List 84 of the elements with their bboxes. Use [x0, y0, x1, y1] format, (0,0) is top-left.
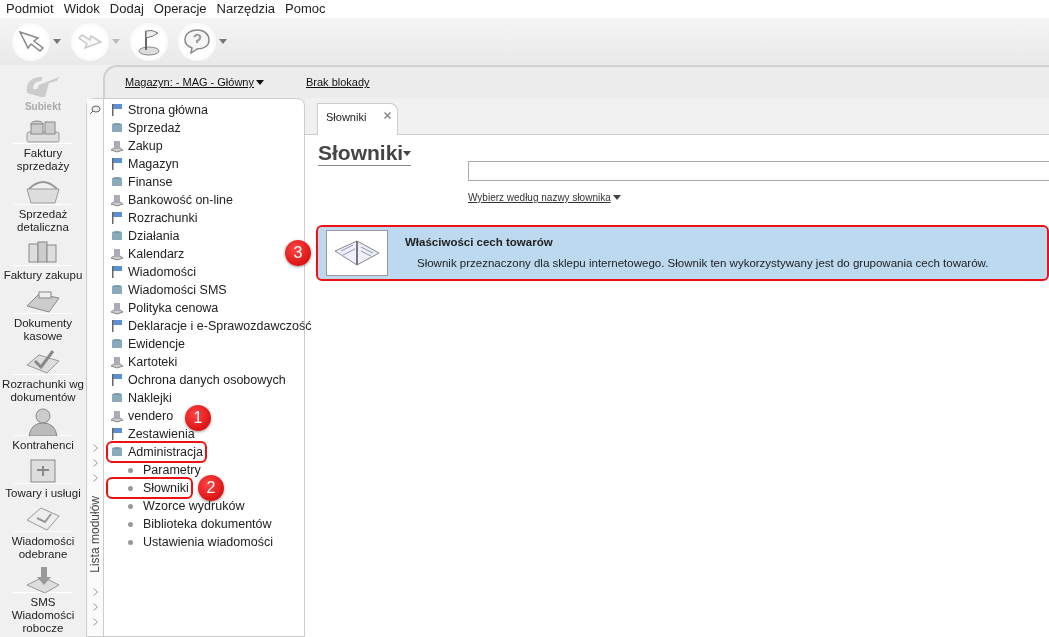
module-icon: [110, 139, 124, 153]
bullet-icon: [128, 467, 133, 473]
module-icon: [110, 391, 124, 405]
bullet-icon: [128, 521, 133, 527]
toolbar-button[interactable]: [130, 22, 168, 61]
module-item[interactable]: Kalendarz: [108, 245, 187, 263]
menu-item[interactable]: Operacje: [153, 0, 213, 18]
bullet-icon: [128, 503, 133, 509]
arrow-icon: [78, 34, 102, 49]
module-item[interactable]: Bankowość on-line: [108, 191, 235, 209]
module-item[interactable]: Sprzedaż: [108, 119, 183, 137]
module-item[interactable]: Zakup: [108, 137, 165, 155]
module-item[interactable]: vendero: [108, 407, 176, 425]
caret-icon: [256, 80, 264, 85]
module-icon: [110, 445, 124, 459]
dictionary-title: Właściwości cech towarów: [405, 234, 554, 250]
module-icon: [110, 247, 124, 261]
module-item[interactable]: Wiadomości SMS: [108, 281, 229, 299]
shortcut-button[interactable]: SMS Wiadomości robocze: [0, 563, 86, 635]
module-icon: [110, 265, 124, 279]
close-icon[interactable]: [384, 112, 392, 119]
menu-item[interactable]: Narzędzia: [216, 0, 282, 18]
menu-item[interactable]: Widok: [63, 0, 106, 18]
module-icon: [110, 103, 124, 117]
module-icon: [110, 211, 124, 225]
shortcut-button[interactable]: Faktury sprzedaży: [0, 114, 86, 173]
panel-title: Lista modułów: [87, 496, 103, 573]
tab[interactable]: Słowniki: [317, 103, 399, 135]
shortcut-button[interactable]: Towary i usługi: [0, 454, 86, 500]
module-icon: [110, 409, 124, 423]
submodule-item[interactable]: Biblioteka dokumentów: [108, 515, 274, 533]
module-icon: [110, 283, 124, 297]
module-item[interactable]: Działania: [108, 227, 182, 245]
module-icon: [110, 175, 124, 189]
toolbar-button[interactable]: [12, 22, 61, 61]
module-item[interactable]: Finanse: [108, 173, 175, 191]
module-icon: [110, 193, 124, 207]
module-item[interactable]: Administracja: [108, 443, 206, 461]
module-icon: [110, 121, 124, 135]
shortcut-button[interactable]: Sprzedaż detaliczna: [0, 175, 86, 234]
flag-icon: [138, 27, 160, 56]
page-title[interactable]: Słowniki: [318, 141, 404, 165]
menu-item[interactable]: Pomoc: [285, 0, 332, 18]
module-item[interactable]: Wiadomości: [108, 263, 199, 281]
shortcut-button[interactable]: Faktury zakupu: [0, 236, 86, 282]
help-icon: [184, 29, 210, 54]
bullet-icon: [128, 485, 133, 491]
app-name: Subiekt: [24, 100, 62, 114]
shortcut-button[interactable]: Kontrahenci: [0, 406, 86, 452]
submodule-item[interactable]: Słowniki: [108, 479, 191, 497]
module-item[interactable]: Ochrona danych osobowych: [108, 371, 288, 389]
module-icon: [110, 319, 124, 333]
dictionary-description: Słownik przeznaczony dla sklepu internetowego. Słownik ten wykorzystywany jest do grupowania cech towarów.: [417, 256, 989, 271]
module-item[interactable]: Deklaracje i e-Sprawozdawczość: [108, 317, 314, 335]
module-icon: [110, 427, 124, 441]
warehouse-link[interactable]: Magazyn: - MAG - Główny: [125, 74, 254, 91]
module-item[interactable]: Ewidencje: [108, 335, 187, 353]
module-icon: [110, 157, 124, 171]
menu-item[interactable]: Dodaj: [109, 0, 150, 18]
submodule-item[interactable]: Ustawienia wiadomości: [108, 533, 275, 551]
module-item[interactable]: Magazyn: [108, 155, 181, 173]
menu-item[interactable]: Podmiot: [6, 0, 60, 18]
shortcut-button[interactable]: Wiadomości odebrane: [0, 502, 86, 561]
module-item[interactable]: Naklejki: [108, 389, 174, 407]
search-field[interactable]: [468, 161, 1049, 181]
dictionary-item[interactable]: Właściwości cech towarów Słownik przeznaczony dla sklepu internetowego. Słownik ten wykorzystywany jest do grupowania cech towarów.: [318, 227, 1047, 279]
module-item[interactable]: Polityka cenowa: [108, 299, 221, 317]
lock-link[interactable]: Brak blokady: [306, 74, 370, 91]
toolbar-button[interactable]: [178, 22, 227, 61]
caret-icon: [403, 150, 412, 156]
shortcut-button[interactable]: Rozrachunki wg dokumentów: [0, 345, 86, 404]
shortcut-button[interactable]: Dokumenty kasowe: [0, 284, 86, 343]
module-item[interactable]: Rozrachunki: [108, 209, 200, 227]
module-icon: [110, 229, 124, 243]
module-item[interactable]: Kartoteki: [108, 353, 180, 371]
module-item[interactable]: Strona główna: [108, 101, 210, 119]
bullet-icon: [128, 539, 133, 545]
module-icon: [110, 373, 124, 387]
arrow-icon: [18, 31, 44, 52]
filter-link[interactable]: Wybierz według nazwy słownika: [468, 190, 611, 205]
module-icon: [110, 355, 124, 369]
caret-icon: [612, 195, 621, 200]
module-icon: [110, 301, 124, 315]
module-icon: [110, 337, 124, 351]
